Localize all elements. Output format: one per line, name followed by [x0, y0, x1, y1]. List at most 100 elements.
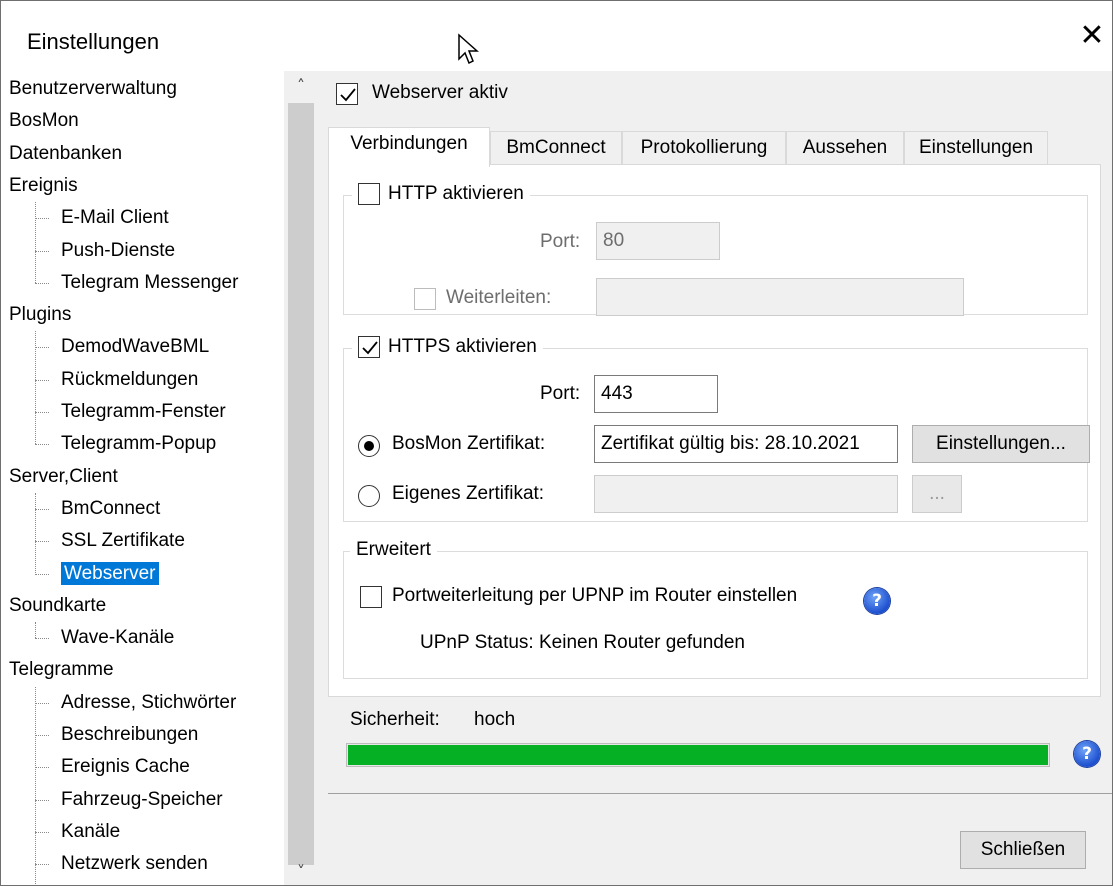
tree-item-label: DemodWaveBML: [61, 336, 210, 358]
http-enable-checkbox[interactable]: [358, 183, 380, 205]
mouse-cursor-icon: [458, 33, 479, 65]
tree-item-label: Soundkarte: [9, 594, 107, 616]
tree-connector: [35, 492, 36, 574]
tree-connector: [35, 202, 36, 283]
webserver-active-checkbox[interactable]: [336, 83, 358, 105]
http-forward-input[interactable]: [596, 278, 964, 316]
close-button[interactable]: Schließen: [960, 831, 1086, 869]
tree-item[interactable]: Soundkarte: [9, 590, 106, 622]
tab-verbindungen[interactable]: Verbindungen: [328, 127, 490, 167]
tree-item[interactable]: Fahrzeug-Speicher: [61, 784, 223, 816]
tree-item[interactable]: Telegramm-Fenster: [61, 396, 226, 428]
tree-item[interactable]: Kanäle: [61, 816, 120, 848]
tree-item-label: Netzwerk senden: [61, 853, 208, 875]
tree-item[interactable]: Benutzerverwaltung: [9, 73, 177, 105]
tree-item[interactable]: Webserver: [61, 558, 159, 590]
tab-aussehen[interactable]: Aussehen: [786, 131, 904, 165]
tree-item[interactable]: BmConnect: [61, 493, 160, 525]
close-icon[interactable]: ✕: [1077, 21, 1107, 51]
footer-separator: [328, 793, 1112, 794]
tree-connector: [35, 379, 49, 381]
tree-item-label: Benutzerverwaltung: [9, 78, 177, 99]
tree-connector: [35, 735, 49, 736]
tree-connector: [35, 831, 49, 833]
tree-item-label: BosMon: [9, 110, 79, 132]
tree-item[interactable]: Plugins: [9, 299, 71, 331]
tree-connector: [35, 331, 36, 445]
https-group: HTTPS aktivieren Port: 443 BosMon Zertif…: [343, 336, 1090, 522]
tree-item[interactable]: Ereignis: [9, 170, 78, 202]
tree-connector: [35, 541, 49, 543]
tree-item-label: Telegramm-Fenster: [61, 401, 226, 422]
tree-item[interactable]: Wave-Kanäle: [61, 622, 174, 654]
security-help-icon[interactable]: ?: [1074, 741, 1100, 767]
tree-item[interactable]: Beschreibungen: [61, 719, 198, 751]
tab-panel-verbindungen: HTTP aktivieren Port: 80 Weiterleiten: H…: [328, 164, 1101, 697]
tree-connector: [35, 282, 49, 284]
http-legend: HTTP aktivieren: [352, 183, 530, 205]
tree-item[interactable]: Telegramme: [9, 654, 114, 686]
tree-item[interactable]: Telegram Messenger: [61, 267, 238, 299]
upnp-checkbox[interactable]: [360, 586, 382, 608]
tree-connector: [35, 702, 49, 704]
tree-connector: [35, 638, 49, 640]
http-port-input[interactable]: 80: [596, 222, 720, 260]
tree-item-label: Webserver: [61, 561, 159, 585]
scroll-down-icon[interactable]: ˅: [284, 857, 318, 885]
tree-item[interactable]: Adresse, Stichwörter: [61, 687, 236, 719]
tree-item[interactable]: Server,Client: [9, 461, 118, 493]
tree-connector: [35, 622, 36, 639]
bosmon-cert-label: BosMon Zertifikat:: [392, 433, 546, 454]
tree-item[interactable]: BosMon: [9, 105, 79, 137]
own-cert-radio[interactable]: [358, 485, 380, 507]
tree-connector: [35, 508, 49, 510]
settings-tree: Benutzerverwaltung BosMon Datenbanken Ereig…: [1, 71, 283, 886]
tree-item[interactable]: Netzwerk senden: [61, 848, 208, 880]
http-forward-label: Weiterleiten:: [446, 287, 552, 308]
security-label: Sicherheit:: [350, 709, 440, 730]
tree-item[interactable]: Protokoll/Datenbank: [61, 881, 232, 886]
scroll-thumb[interactable]: [288, 103, 314, 865]
https-port-input[interactable]: 443: [594, 375, 718, 413]
tree-connector: [35, 767, 49, 769]
help-icon[interactable]: ?: [864, 588, 890, 614]
own-cert-label: Eigenes Zertifikat:: [392, 483, 545, 504]
tree-connector: [35, 573, 49, 575]
bosmon-cert-input: Zertifikat gültig bis: 28.10.2021: [594, 425, 898, 463]
tree-item[interactable]: Rückmeldungen: [61, 364, 198, 396]
scroll-up-icon[interactable]: ˄: [284, 71, 318, 101]
tree-item-label: Telegramm-Popup: [61, 433, 217, 455]
tree-item[interactable]: Telegramm-Popup: [61, 428, 216, 460]
webserver-panel: Webserver aktiv Verbindungen BmConnect P…: [318, 71, 1112, 885]
tree-connector: [35, 444, 49, 446]
tree-item[interactable]: Ereignis Cache: [61, 751, 190, 783]
https-enable-checkbox[interactable]: [358, 336, 380, 358]
tree-item[interactable]: E-Mail Client: [61, 202, 169, 234]
own-cert-input[interactable]: [594, 475, 898, 513]
tree-item-label: Datenbanken: [9, 142, 123, 164]
own-cert-browse-button[interactable]: ...: [912, 475, 962, 513]
tree-item-label: Wave-Kanäle: [61, 627, 175, 649]
tree-item-label: BmConnect: [61, 497, 161, 519]
tree-item[interactable]: DemodWaveBML: [61, 331, 209, 363]
tree-connector: [35, 412, 49, 413]
bosmon-cert-radio[interactable]: [358, 435, 380, 457]
upnp-label: Portweiterleitung per UPNP im Router ein…: [392, 585, 798, 606]
tab-einstellungen[interactable]: Einstellungen: [904, 131, 1048, 165]
tree-scrollbar[interactable]: ˄ ˅: [284, 71, 318, 885]
http-legend-label: HTTP aktivieren: [388, 183, 524, 204]
tree-item[interactable]: Push-Dienste: [61, 235, 175, 267]
cert-settings-button[interactable]: Einstellungen...: [912, 425, 1090, 463]
http-port-label: Port:: [540, 231, 581, 252]
settings-window: Einstellungen ✕ Benutzerverwaltung BosMon…: [0, 0, 1113, 886]
tab-bmconnect[interactable]: BmConnect: [490, 131, 622, 165]
tree-item-label: Rückmeldungen: [61, 368, 199, 390]
tree-item[interactable]: SSL Zertifikate: [61, 525, 185, 557]
http-forward-checkbox[interactable]: [414, 288, 436, 310]
tab-protokollierung[interactable]: Protokollierung: [622, 131, 786, 165]
security-value: hoch: [474, 709, 516, 730]
http-group: HTTP aktivieren Port: 80 Weiterleiten:: [343, 183, 1088, 316]
https-legend-label: HTTPS aktivieren: [388, 336, 537, 357]
tree-item[interactable]: Datenbanken: [9, 138, 122, 170]
tree-connector: [35, 864, 49, 866]
